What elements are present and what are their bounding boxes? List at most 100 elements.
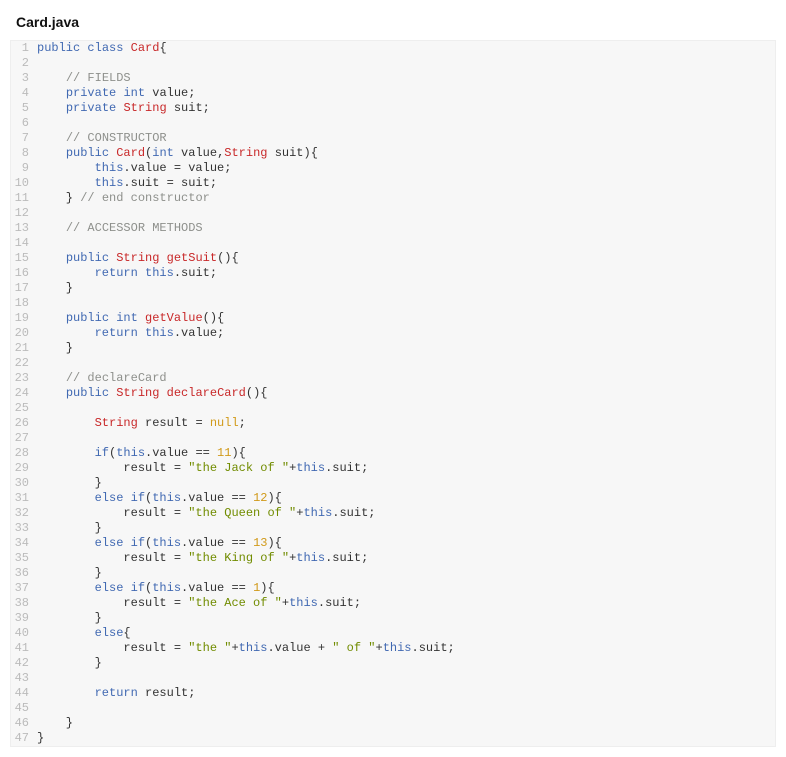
code-row: 27 [11, 431, 775, 446]
code-line: return this.value; [37, 326, 775, 341]
code-row: 24 public String declareCard(){ [11, 386, 775, 401]
code-row: 9 this.value = value; [11, 161, 775, 176]
code-row: 19 public int getValue(){ [11, 311, 775, 326]
code-row: 37 else if(this.value == 1){ [11, 581, 775, 596]
line-number: 27 [11, 431, 37, 446]
code-line: return result; [37, 686, 775, 701]
line-number: 21 [11, 341, 37, 356]
line-number: 5 [11, 101, 37, 116]
line-number: 36 [11, 566, 37, 581]
line-number: 14 [11, 236, 37, 251]
code-line: } [37, 281, 775, 296]
code-line: public String getSuit(){ [37, 251, 775, 266]
code-line: public String declareCard(){ [37, 386, 775, 401]
line-number: 30 [11, 476, 37, 491]
code-row: 17 } [11, 281, 775, 296]
code-line: result = "the Jack of "+this.suit; [37, 461, 775, 476]
code-line: result = "the Queen of "+this.suit; [37, 506, 775, 521]
code-line: this.suit = suit; [37, 176, 775, 191]
line-number: 40 [11, 626, 37, 641]
file-title: Card.java [10, 10, 776, 40]
code-line: public Card(int value,String suit){ [37, 146, 775, 161]
code-row: 2 [11, 56, 775, 71]
line-number: 29 [11, 461, 37, 476]
code-row: 41 result = "the "+this.value + " of "+t… [11, 641, 775, 656]
line-number: 22 [11, 356, 37, 371]
line-number: 37 [11, 581, 37, 596]
line-number: 12 [11, 206, 37, 221]
code-row: 31 else if(this.value == 12){ [11, 491, 775, 506]
code-row: 12 [11, 206, 775, 221]
line-number: 10 [11, 176, 37, 191]
line-number: 47 [11, 731, 37, 746]
line-number: 46 [11, 716, 37, 731]
code-row: 44 return result; [11, 686, 775, 701]
line-number: 7 [11, 131, 37, 146]
code-line: private int value; [37, 86, 775, 101]
code-line: } [37, 656, 775, 671]
line-number: 18 [11, 296, 37, 311]
code-line [37, 701, 775, 716]
code-row: 25 [11, 401, 775, 416]
code-row: 36 } [11, 566, 775, 581]
line-number: 42 [11, 656, 37, 671]
line-number: 44 [11, 686, 37, 701]
code-row: 21 } [11, 341, 775, 356]
line-number: 2 [11, 56, 37, 71]
code-row: 6 [11, 116, 775, 131]
line-number: 25 [11, 401, 37, 416]
line-number: 34 [11, 536, 37, 551]
code-line: } [37, 731, 775, 746]
code-row: 23 // declareCard [11, 371, 775, 386]
code-line [37, 206, 775, 221]
line-number: 15 [11, 251, 37, 266]
code-line: public int getValue(){ [37, 311, 775, 326]
code-line: // ACCESSOR METHODS [37, 221, 775, 236]
code-row: 15 public String getSuit(){ [11, 251, 775, 266]
line-number: 38 [11, 596, 37, 611]
code-row: 14 [11, 236, 775, 251]
line-number: 41 [11, 641, 37, 656]
code-line [37, 116, 775, 131]
line-number: 16 [11, 266, 37, 281]
code-row: 29 result = "the Jack of "+this.suit; [11, 461, 775, 476]
line-number: 31 [11, 491, 37, 506]
code-line: if(this.value == 11){ [37, 446, 775, 461]
line-number: 9 [11, 161, 37, 176]
code-row: 40 else{ [11, 626, 775, 641]
code-row: 33 } [11, 521, 775, 536]
line-number: 26 [11, 416, 37, 431]
line-number: 17 [11, 281, 37, 296]
code-row: 46 } [11, 716, 775, 731]
line-number: 19 [11, 311, 37, 326]
code-line [37, 236, 775, 251]
code-line: result = "the Ace of "+this.suit; [37, 596, 775, 611]
code-line: this.value = value; [37, 161, 775, 176]
code-row: 43 [11, 671, 775, 686]
line-number: 24 [11, 386, 37, 401]
line-number: 8 [11, 146, 37, 161]
code-row: 7 // CONSTRUCTOR [11, 131, 775, 146]
code-line: } [37, 521, 775, 536]
line-number: 33 [11, 521, 37, 536]
code-row: 35 result = "the King of "+this.suit; [11, 551, 775, 566]
code-row: 45 [11, 701, 775, 716]
code-line: public class Card{ [37, 41, 775, 56]
code-row: 30 } [11, 476, 775, 491]
code-line [37, 56, 775, 71]
code-row: 20 return this.value; [11, 326, 775, 341]
code-line: } [37, 716, 775, 731]
line-number: 43 [11, 671, 37, 686]
code-row: 38 result = "the Ace of "+this.suit; [11, 596, 775, 611]
code-row: 8 public Card(int value,String suit){ [11, 146, 775, 161]
code-row: 28 if(this.value == 11){ [11, 446, 775, 461]
code-line: // FIELDS [37, 71, 775, 86]
code-line: result = "the "+this.value + " of "+this… [37, 641, 775, 656]
code-line: // declareCard [37, 371, 775, 386]
code-row: 22 [11, 356, 775, 371]
code-row: 5 private String suit; [11, 101, 775, 116]
line-number: 13 [11, 221, 37, 236]
code-row: 47} [11, 731, 775, 746]
code-line: } [37, 476, 775, 491]
line-number: 6 [11, 116, 37, 131]
